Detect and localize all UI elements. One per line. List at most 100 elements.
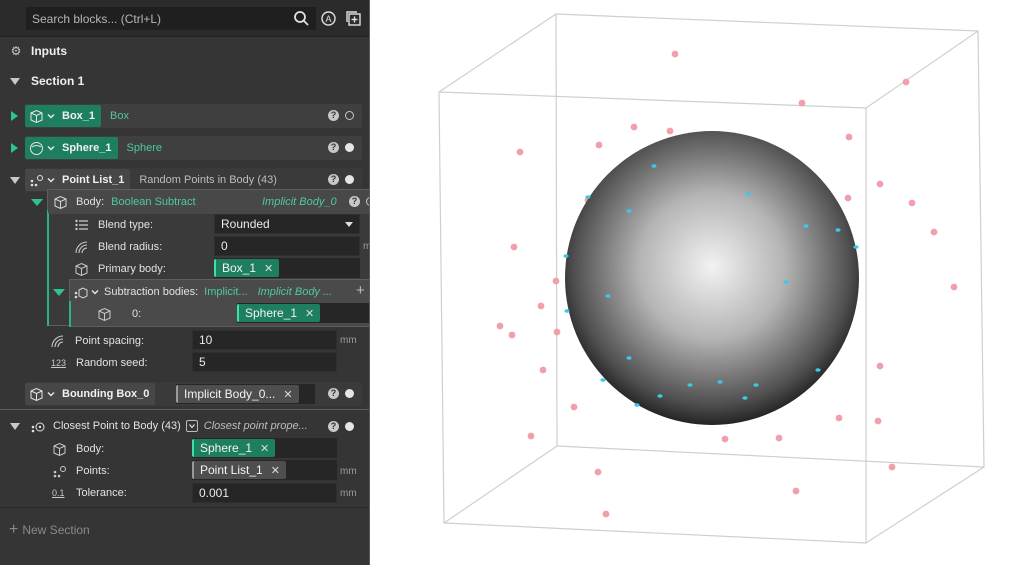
visibility-icon[interactable] [345,111,354,120]
sphere-chip[interactable]: Sphere_1 [25,137,118,159]
closest-body-field[interactable]: Sphere_1 ✕ [192,438,337,458]
remove-icon[interactable]: ✕ [305,307,314,320]
visibility-icon[interactable] [345,389,354,398]
collapse-icon[interactable] [31,198,43,206]
box-name: Box_1 [62,110,96,122]
section-header[interactable]: Section 1 [0,69,84,93]
primary-body-tag[interactable]: Box_1 ✕ [214,259,280,277]
chevron-down-icon[interactable] [46,111,56,121]
pink-point [721,435,729,443]
help-icon[interactable]: ? [328,110,339,121]
cyan-point [600,378,606,382]
body-value[interactable]: Boolean Subtract [111,196,195,208]
inputs-row[interactable]: ⚙ Inputs [0,39,67,63]
blend-type-select[interactable]: Rounded [214,214,360,234]
bounding-box-field[interactable]: Implicit Body_0... ✕ [176,384,315,404]
closest-points-field[interactable]: Point List_1 ✕ [192,460,337,480]
cyan-point [745,192,751,196]
dropdown-icon[interactable] [185,420,198,432]
subtraction-value[interactable]: Implicit... [204,286,247,298]
pink-point [510,243,518,251]
collapse-icon[interactable] [10,176,20,184]
subtraction-row[interactable]: Subtraction bodies: Implicit... Implicit… [0,280,332,304]
visibility-icon[interactable] [345,175,354,184]
pink-point [876,180,884,188]
add-block-icon[interactable] [345,10,362,27]
help-icon[interactable]: ? [328,421,339,432]
random-seed-input[interactable]: 5 [192,352,337,372]
pointlist-row[interactable] [0,168,20,192]
help-icon[interactable]: ? [328,142,339,153]
remove-icon[interactable]: ✕ [260,442,269,455]
remove-icon[interactable]: ✕ [264,262,273,275]
pink-point [508,331,516,339]
primary-body-tag-label: Box_1 [222,261,257,275]
sphere-type: Sphere [126,142,163,154]
help-icon[interactable]: ? [349,196,360,207]
divider [0,507,370,508]
new-section-button[interactable]: + New Section [0,518,90,542]
primary-body-field[interactable]: Box_1 ✕ [214,258,360,278]
help-icon[interactable]: ? [328,174,339,185]
chevron-down-icon[interactable] [46,175,56,185]
chevron-down-icon[interactable] [46,389,56,399]
pink-point [775,434,783,442]
box-block[interactable]: Box_1 Box [25,104,362,128]
script-icon[interactable]: A [320,10,337,27]
remove-icon[interactable]: ✕ [271,464,280,477]
points-icon [53,465,66,477]
cyan-point [717,380,723,384]
closest-tolerance-input[interactable]: 0.001 [192,483,337,503]
sphere-body [565,131,859,425]
dropdown-arrow-icon[interactable] [345,222,353,227]
body-row[interactable] [0,190,43,214]
pink-point [594,468,602,476]
box-type: Box [110,110,129,122]
collapse-icon[interactable] [10,422,20,430]
scene-canvas[interactable] [370,0,1024,565]
chevron-down-icon[interactable] [46,143,56,153]
spacing-icon [51,335,64,348]
3d-viewport[interactable] [370,0,1024,565]
collapse-icon[interactable] [10,77,20,85]
search-icon[interactable] [293,10,310,27]
search-input[interactable] [26,7,316,30]
closest-point-row[interactable]: Closest Point to Body (43) Closest point… [0,414,308,438]
bounding-box-tag[interactable]: Implicit Body_0... ✕ [176,385,299,403]
sphere-block[interactable]: Sphere_1 Sphere [25,136,362,160]
unit-label: mm [340,335,357,346]
cube-icon [30,109,43,123]
chevron-down-icon[interactable] [90,287,100,297]
cyan-point [564,309,570,313]
subtraction-item-field[interactable]: Sphere_1 ✕ [237,303,370,323]
visibility-icon[interactable] [345,422,354,431]
svg-text:A: A [325,14,331,24]
blend-radius-input[interactable]: 0 [214,236,360,256]
remove-icon[interactable]: ✕ [283,388,292,401]
pink-point [553,328,561,336]
box-chip[interactable]: Box_1 [25,105,102,127]
collapse-icon[interactable] [53,288,65,296]
primary-body-row: Primary body: [0,257,166,281]
pink-point [792,487,800,495]
sphere-name: Sphere_1 [62,142,112,154]
body-icon [98,307,111,321]
subtraction-item-tag[interactable]: Sphere_1 ✕ [237,304,321,322]
help-icon[interactable]: ? [328,388,339,399]
closest-point-name: Closest Point to Body (43) [53,420,181,432]
expand-icon[interactable] [11,111,18,121]
point-spacing-input[interactable]: 10 [192,330,337,350]
closest-points-tag-label: Point List_1 [200,463,263,477]
closest-points-tag[interactable]: Point List_1 ✕ [192,461,286,479]
bounding-box-name: Bounding Box_0 [62,388,150,400]
closest-body-tag[interactable]: Sphere_1 ✕ [192,439,276,457]
add-item-icon[interactable]: + [356,283,365,298]
visibility-icon[interactable] [345,143,354,152]
body-block[interactable]: Body: Boolean Subtract Implicit Body_0 [48,190,370,214]
pink-point [602,510,610,518]
pointlist-chip[interactable]: Point List_1 [25,169,131,191]
pointlist-desc: Random Points in Body (43) [139,174,277,186]
sphere-block-row[interactable] [0,136,18,160]
bounding-box-chip[interactable]: Bounding Box_0 [25,383,156,405]
expand-icon[interactable] [11,143,18,153]
